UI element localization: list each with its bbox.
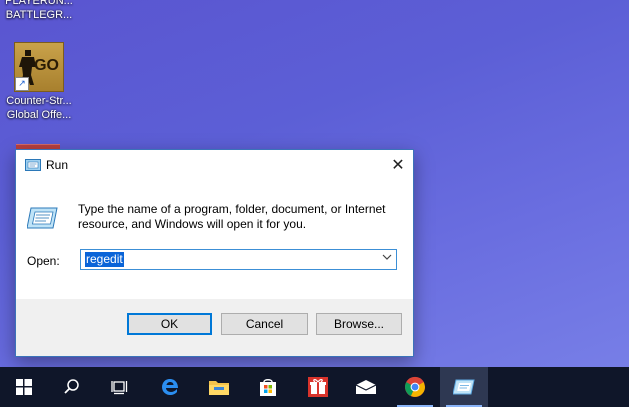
mail-button[interactable] bbox=[342, 367, 390, 407]
title-bar[interactable]: Run ✕ bbox=[16, 150, 413, 181]
shortcut-arrow-icon: ↗ bbox=[15, 77, 29, 91]
go-badge: GO bbox=[34, 57, 59, 74]
desktop-icon-label: Global Offe... bbox=[6, 109, 72, 121]
ok-button[interactable]: OK bbox=[127, 313, 212, 335]
edge-button[interactable] bbox=[146, 367, 194, 407]
search-icon bbox=[64, 379, 79, 394]
mail-icon bbox=[355, 380, 377, 394]
dialog-title: Run bbox=[46, 158, 69, 172]
start-button[interactable] bbox=[0, 367, 48, 407]
task-view-button[interactable] bbox=[96, 367, 144, 407]
chrome-icon bbox=[405, 376, 425, 397]
browse-button[interactable]: Browse... bbox=[316, 313, 402, 335]
chevron-down-icon[interactable] bbox=[382, 252, 392, 265]
run-icon bbox=[453, 379, 475, 395]
open-input-value[interactable]: regedit bbox=[85, 252, 124, 267]
gift-icon bbox=[308, 377, 328, 397]
close-icon: ✕ bbox=[391, 155, 405, 174]
store-button[interactable] bbox=[244, 367, 292, 407]
csgo-icon[interactable]: GO ↗ bbox=[14, 42, 64, 92]
gift-app-button[interactable] bbox=[294, 367, 342, 407]
dialog-footer: OK Cancel Browse... bbox=[16, 299, 413, 356]
file-explorer-button[interactable] bbox=[195, 367, 243, 407]
edge-icon bbox=[162, 379, 178, 395]
run-icon bbox=[25, 159, 41, 171]
cancel-button[interactable]: Cancel bbox=[221, 313, 308, 335]
desktop-icon-label: BATTLEGR... bbox=[5, 9, 73, 21]
folder-icon bbox=[209, 381, 229, 395]
open-combobox[interactable]: regedit bbox=[80, 249, 397, 270]
desktop-icon-csgo[interactable]: Counter-Str... Global Offe... bbox=[0, 94, 78, 122]
taskbar bbox=[0, 367, 629, 407]
desktop-icon-label: Counter-Str... bbox=[6, 95, 72, 107]
desktop-icon-pubg[interactable]: PLAYERUN... BATTLEGR... bbox=[0, 0, 78, 22]
run-large-icon bbox=[27, 207, 58, 229]
task-view-icon bbox=[111, 381, 128, 395]
search-button[interactable] bbox=[48, 367, 96, 407]
open-label: Open: bbox=[27, 254, 60, 268]
run-taskbar-button[interactable] bbox=[440, 367, 488, 407]
windows-logo-icon bbox=[16, 379, 32, 395]
run-dialog: Run ✕ Type the name of a program, folder… bbox=[15, 149, 414, 357]
store-bag-icon bbox=[260, 379, 276, 396]
chrome-button[interactable] bbox=[391, 367, 439, 407]
dialog-content: Type the name of a program, folder, docu… bbox=[16, 181, 413, 299]
desktop-icon-label: PLAYERUN... bbox=[5, 0, 73, 7]
dialog-description: Type the name of a program, folder, docu… bbox=[78, 202, 386, 231]
close-button[interactable]: ✕ bbox=[383, 150, 413, 181]
